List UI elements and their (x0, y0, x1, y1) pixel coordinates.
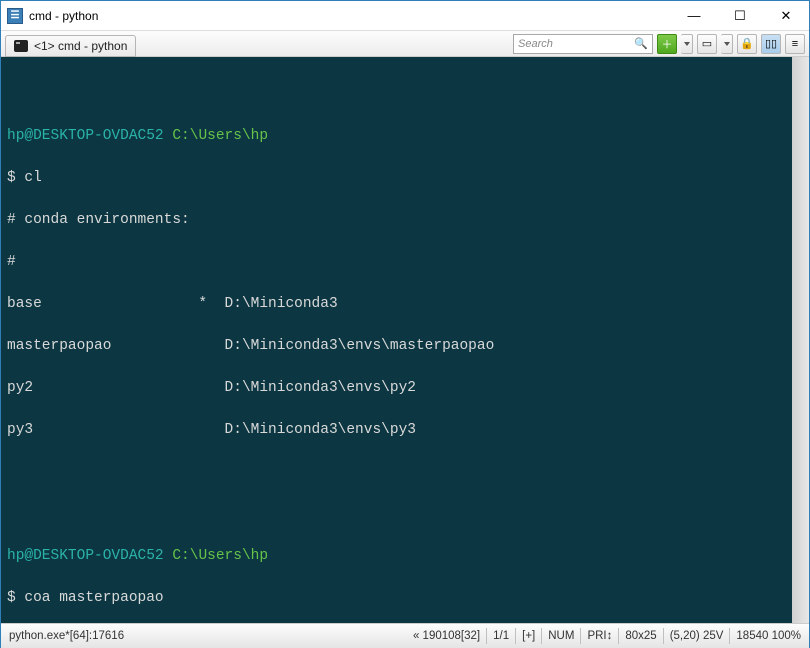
status-num: NUM (548, 630, 574, 642)
status-encoding: « 190108[32] (413, 630, 480, 642)
line-cmd1: $ cl (7, 168, 803, 189)
new-tab-dropdown[interactable] (681, 34, 693, 54)
menu-button[interactable]: ≡ (785, 34, 805, 54)
status-cursor: (5,20) 25V (670, 630, 724, 642)
line-env-base: base * D:\Miniconda3 (7, 294, 803, 315)
new-tab-button[interactable]: ＋ (657, 34, 677, 54)
close-button[interactable]: ✕ (763, 1, 809, 31)
line-cmd2: $ coa masterpaopao (7, 588, 803, 609)
line (7, 84, 803, 105)
lock-button[interactable]: 🔒 (737, 34, 757, 54)
titlebar: ☰ cmd - python — ☐ ✕ (1, 1, 809, 31)
line (7, 504, 803, 525)
status-lines: 1/1 (493, 630, 509, 642)
line-env-py2: py2 D:\Miniconda3\envs\py2 (7, 378, 803, 399)
search-placeholder: Search (518, 38, 553, 50)
search-icon: 🔍 (634, 37, 648, 50)
search-input[interactable]: Search 🔍 (513, 34, 653, 54)
status-plus: [+] (522, 630, 535, 642)
line-env-py3: py3 D:\Miniconda3\envs\py3 (7, 420, 803, 441)
terminal-output[interactable]: hp@DESKTOP-OVDAC52 C:\Users\hp $ cl # co… (1, 57, 809, 623)
line (7, 462, 803, 483)
split-view-button[interactable]: ▯▯ (761, 34, 781, 54)
line-out2: # (7, 252, 803, 273)
window-menu-dropdown[interactable] (721, 34, 733, 54)
statusbar: python.exe*[64]:17616 « 190108[32] 1/1 [… (1, 623, 809, 648)
status-size: 80x25 (625, 630, 656, 642)
scrollbar[interactable] (792, 57, 809, 623)
terminal-icon (14, 40, 28, 52)
scrollbar-thumb[interactable] (792, 57, 809, 623)
window-menu-button[interactable]: ▭ (697, 34, 717, 54)
minimize-button[interactable]: — (671, 1, 717, 31)
status-pri: PRI↕ (587, 630, 612, 642)
toolbar: <1> cmd - python Search 🔍 ＋ ▭ 🔒 ▯▯ ≡ (1, 31, 809, 57)
status-process: python.exe*[64]:17616 (9, 630, 124, 642)
line-env-mp: masterpaopao D:\Miniconda3\envs\masterpa… (7, 336, 803, 357)
status-mem: 18540 100% (736, 630, 801, 642)
tab-label: <1> cmd - python (34, 39, 127, 53)
tab-cmd-python[interactable]: <1> cmd - python (5, 35, 136, 57)
window-title: cmd - python (29, 9, 671, 23)
app-icon: ☰ (7, 8, 23, 24)
line-prompt2: hp@DESKTOP-OVDAC52 C:\Users\hp (7, 546, 803, 567)
line-out1: # conda environments: (7, 210, 803, 231)
maximize-button[interactable]: ☐ (717, 1, 763, 31)
line-prompt1: hp@DESKTOP-OVDAC52 C:\Users\hp (7, 126, 803, 147)
